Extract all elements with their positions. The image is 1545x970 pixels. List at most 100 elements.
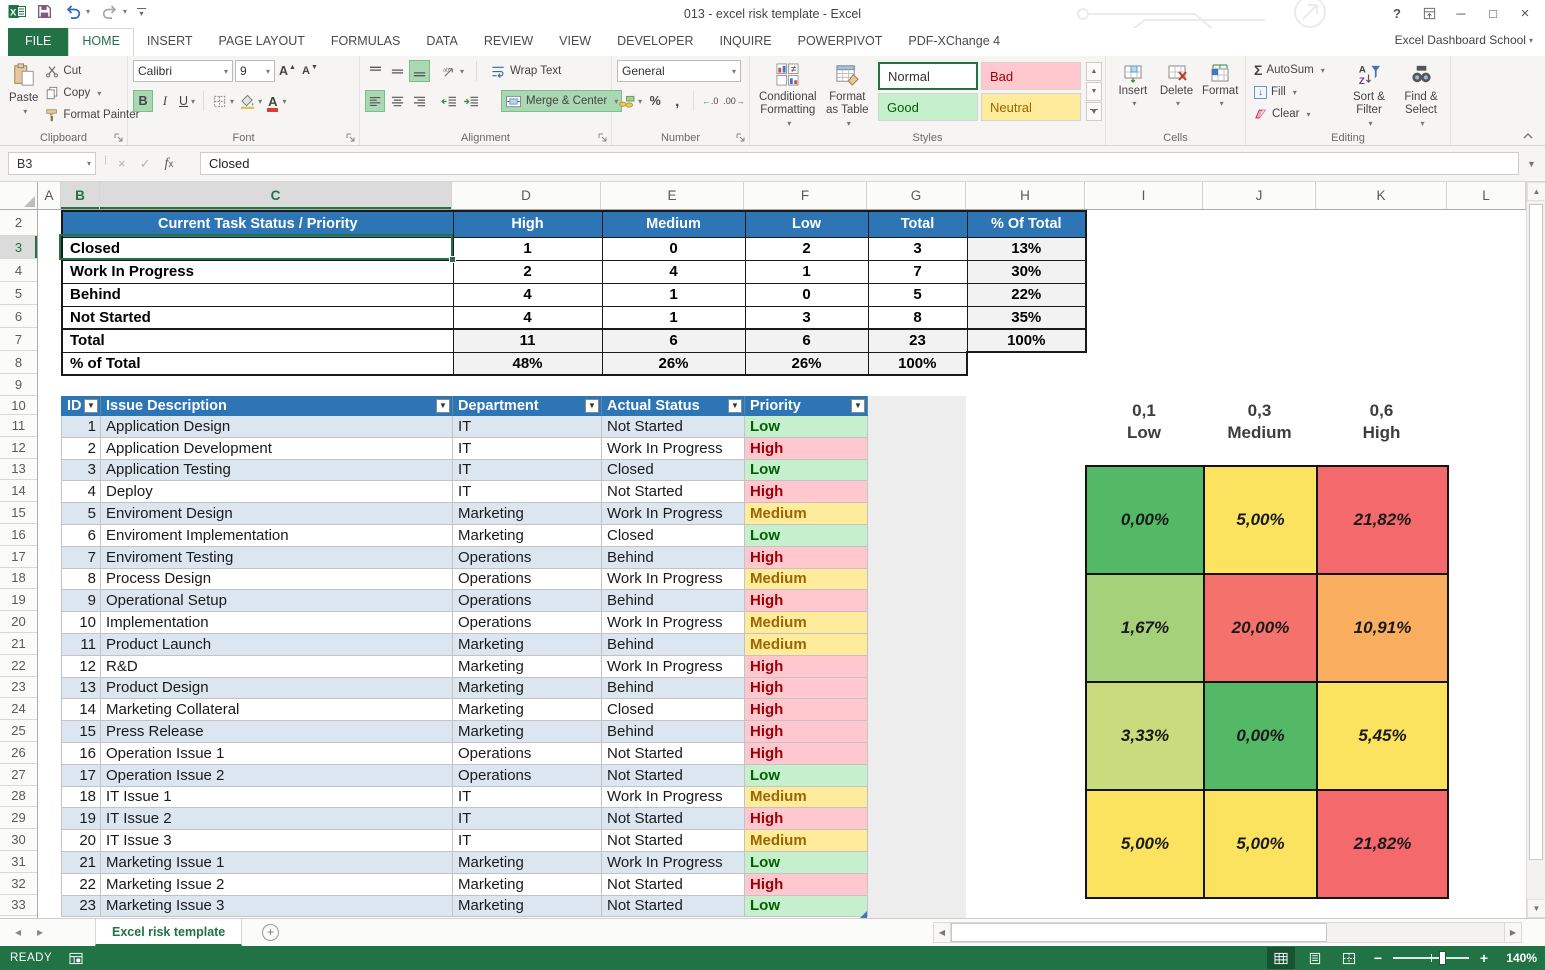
issue-id[interactable]: 14 [62,699,101,721]
issue-priority[interactable]: High [745,590,868,612]
issue-status[interactable]: Work In Progress [602,568,745,590]
issue-status[interactable]: Not Started [602,416,745,438]
matrix-cell-r1c3[interactable]: 21,82% [1317,466,1448,574]
issue-priority[interactable]: High [745,808,868,830]
align-right-button[interactable] [409,90,429,112]
help-button[interactable]: ? [1383,1,1411,25]
scroll-right-button[interactable]: ▶ [1504,922,1522,943]
row-header-15[interactable]: 15 [0,502,37,524]
zoom-slider[interactable] [1393,947,1469,969]
accounting-format-button[interactable]: ▾ [617,90,643,112]
align-center-button[interactable] [387,90,407,112]
fill-color-button[interactable]: ▾ [238,90,264,112]
issue-description[interactable]: Implementation [101,612,453,634]
sheet-tab-active[interactable]: Excel risk template [95,919,242,946]
confirm-entry-button[interactable]: ✓ [140,156,151,172]
issue-priority[interactable]: Low [745,459,868,481]
fill-button[interactable]: ↓ Fill ▾ [1251,81,1343,103]
matrix-cell-r1c1[interactable]: 0,00% [1086,466,1204,574]
column-header-K[interactable]: K [1316,182,1447,209]
issue-status[interactable]: Not Started [602,830,745,852]
issue-priority[interactable]: Medium [745,568,868,590]
issue-id[interactable]: 22 [62,873,101,895]
issue-status[interactable]: Closed [602,699,745,721]
sort-filter-dropdown-icon[interactable]: ▾ [1368,117,1372,130]
matrix-cell-r4c3[interactable]: 21,82% [1317,790,1448,898]
insert-cells-button[interactable]: Insert ▾ [1111,58,1155,124]
redo-dropdown-icon[interactable]: ▾ [123,7,127,16]
issue-id[interactable]: 10 [62,612,101,634]
row-header-26[interactable]: 26 [0,742,37,764]
grid-body[interactable]: Current Task Status / PriorityHighMedium… [38,210,1526,918]
row-header-30[interactable]: 30 [0,829,37,851]
row-header-9[interactable]: 9 [0,374,37,396]
merge-center-button[interactable]: Merge & Center ▾ [501,90,622,112]
filter-dropdown-icon[interactable]: ▼ [84,399,98,413]
issues-col-id[interactable]: ID▼ [62,397,101,416]
issue-status[interactable]: Not Started [602,742,745,764]
issue-description[interactable]: Marketing Issue 1 [101,851,453,873]
collapse-ribbon-button[interactable] [1521,131,1535,141]
issue-description[interactable]: Marketing Issue 3 [101,895,453,917]
font-color-button[interactable]: A ▾ [266,90,288,112]
issue-priority[interactable]: High [745,873,868,895]
horizontal-scrollbar[interactable]: ◀ ▶ [933,922,1522,943]
column-header-G[interactable]: G [867,182,966,209]
issue-id[interactable]: 12 [62,655,101,677]
filter-dropdown-icon[interactable]: ▼ [436,399,450,413]
filter-dropdown-icon[interactable]: ▼ [585,399,599,413]
italic-button[interactable]: I [155,90,175,112]
row-header-12[interactable]: 12 [0,437,37,459]
formula-input[interactable]: Closed [200,152,1519,175]
issue-status[interactable]: Not Started [602,764,745,786]
issue-department[interactable]: Operations [453,546,602,568]
issue-priority[interactable]: Low [745,416,868,438]
issue-status[interactable]: Closed [602,459,745,481]
page-layout-view-button[interactable] [1301,947,1329,969]
ribbon-tab-file[interactable]: FILE [8,28,68,56]
issue-department[interactable]: Marketing [453,633,602,655]
issue-id[interactable]: 17 [62,764,101,786]
ribbon-tab-powerpivot[interactable]: POWERPIVOT [785,28,896,56]
row-header-8[interactable]: 8 [0,351,37,374]
row-header-10[interactable]: 10 [0,396,37,415]
issue-department[interactable]: Marketing [453,677,602,699]
clipboard-dialog-launcher[interactable] [113,132,124,143]
issue-status[interactable]: Behind [602,590,745,612]
status-col-of-total[interactable]: % Of Total [967,211,1086,237]
alignment-dialog-launcher[interactable] [597,132,608,143]
issue-description[interactable]: Operation Issue 1 [101,742,453,764]
issue-department[interactable]: Marketing [453,721,602,743]
wrap-text-button[interactable]: Wrap Text [487,60,564,82]
issue-description[interactable]: Marketing Collateral [101,699,453,721]
issue-id[interactable]: 13 [62,677,101,699]
issue-description[interactable]: Product Launch [101,633,453,655]
cell-style-neutral[interactable]: Neutral [981,93,1081,121]
issue-department[interactable]: Marketing [453,699,602,721]
row-header-6[interactable]: 6 [0,305,37,328]
row-header-18[interactable]: 18 [0,568,37,590]
issue-status[interactable]: Behind [602,721,745,743]
font-color-dropdown-icon[interactable]: ▾ [282,97,286,106]
comma-style-button[interactable]: , [667,90,687,112]
issue-department[interactable]: IT [453,830,602,852]
format-cells-button[interactable]: Format ▾ [1198,58,1242,124]
issue-priority[interactable]: Medium [745,503,868,525]
issue-priority[interactable]: Medium [745,612,868,634]
issue-status[interactable]: Work In Progress [602,655,745,677]
issues-col-actual-status[interactable]: Actual Status▼ [602,397,745,416]
font-dialog-launcher[interactable] [345,132,356,143]
issue-description[interactable]: Product Design [101,677,453,699]
fill-dropdown-icon[interactable]: ▾ [1293,88,1297,97]
issue-department[interactable]: Marketing [453,503,602,525]
zoom-in-button[interactable]: + [1475,950,1493,966]
issue-description[interactable]: Enviroment Implementation [101,524,453,546]
issue-status[interactable]: Closed [602,524,745,546]
select-all-button[interactable] [0,182,38,210]
decrease-indent-button[interactable] [439,90,459,112]
issue-priority[interactable]: High [745,481,868,503]
delete-dropdown-icon[interactable]: ▾ [1176,99,1180,108]
borders-button[interactable]: ▾ [210,90,236,112]
ribbon-tab-data[interactable]: DATA [413,28,470,56]
column-header-F[interactable]: F [744,182,867,209]
